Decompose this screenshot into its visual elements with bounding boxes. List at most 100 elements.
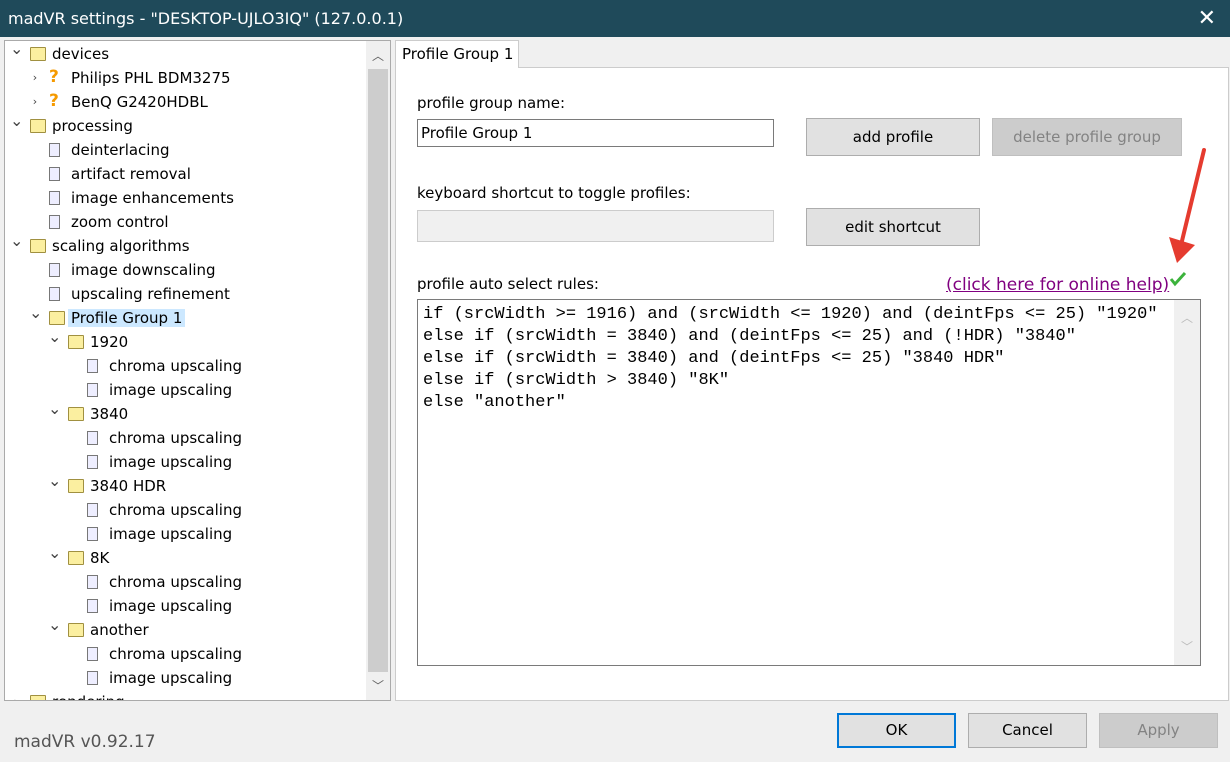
tree-scrollbar[interactable]: ︿ ﹀	[366, 41, 390, 700]
settings-tree[interactable]: ︿ ﹀ ⌄ devices ›? Philips PHL BDM3275 ›? BenQ …	[4, 40, 391, 701]
tree-item[interactable]: image upscaling	[5, 594, 235, 618]
tree-item-label: 3840	[90, 405, 129, 423]
tree-item[interactable]: chroma upscaling	[5, 498, 245, 522]
tree-item[interactable]: image upscaling	[5, 522, 235, 546]
folder-icon	[68, 623, 84, 637]
tree-item[interactable]: image upscaling	[5, 450, 235, 474]
tree-item[interactable]: chroma upscaling	[5, 642, 245, 666]
folder-icon	[30, 119, 46, 133]
ok-button[interactable]: OK	[837, 713, 956, 748]
tree-item-label: artifact removal	[71, 165, 191, 183]
page-icon	[87, 647, 98, 661]
rules-label: profile auto select rules:	[417, 275, 599, 293]
window-title: madVR settings - "DESKTOP-UJLO3IQ" (127.…	[8, 9, 404, 28]
tree-item[interactable]: chroma upscaling	[5, 354, 245, 378]
tree-item-label: BenQ G2420HDBL	[71, 93, 208, 111]
folder-open-icon	[49, 311, 65, 325]
tree-item[interactable]: chroma upscaling	[5, 426, 245, 450]
tree-item[interactable]: ⌄ 8K	[5, 543, 112, 570]
tree-item[interactable]: ⌄ Profile Group 1	[5, 303, 186, 330]
tree-item[interactable]: image upscaling	[5, 378, 235, 402]
tree-item[interactable]: artifact removal	[5, 162, 194, 186]
tree-item[interactable]: image enhancements	[5, 186, 237, 210]
page-icon	[49, 287, 60, 301]
scroll-up-icon[interactable]: ︿	[1174, 308, 1200, 330]
close-icon[interactable]: ✕	[1198, 0, 1216, 37]
tree-item-label: chroma upscaling	[109, 501, 242, 519]
tree-item-label: image enhancements	[71, 189, 234, 207]
tree-item-label: zoom control	[71, 213, 169, 231]
cancel-button[interactable]: Cancel	[968, 713, 1087, 748]
tree-item-label: image upscaling	[109, 381, 233, 399]
tree-item-label: chroma upscaling	[109, 429, 242, 447]
tree-item-label: Philips PHL BDM3275	[71, 69, 231, 87]
tree-item[interactable]: image downscaling	[5, 258, 219, 282]
tree-item[interactable]: ⌄ scaling algorithms	[5, 231, 193, 258]
delete-profile-group-button[interactable]: delete profile group	[992, 118, 1182, 156]
tree-item[interactable]: ⌄ another	[5, 615, 152, 642]
chevron-down-icon[interactable]: ⌄	[48, 469, 61, 493]
tree-item[interactable]: ⌄ devices	[5, 41, 112, 66]
tree-item-label: image upscaling	[109, 597, 233, 615]
chevron-down-icon[interactable]: ⌄	[48, 613, 61, 637]
chevron-down-icon[interactable]: ⌄	[10, 41, 23, 61]
chevron-down-icon[interactable]: ⌄	[48, 325, 61, 349]
chevron-down-icon[interactable]: ⌄	[10, 229, 23, 253]
page-icon	[49, 191, 60, 205]
tree-item[interactable]: zoom control	[5, 210, 172, 234]
folder-icon	[68, 551, 84, 565]
chevron-down-icon[interactable]: ⌄	[10, 109, 23, 133]
page-icon	[87, 431, 98, 445]
page-icon	[49, 143, 60, 157]
rules-textarea[interactable]: if (srcWidth >= 1916) and (srcWidth <= 1…	[417, 299, 1201, 666]
chevron-right-icon[interactable]: ›	[29, 90, 41, 114]
title-bar: madVR settings - "DESKTOP-UJLO3IQ" (127.…	[0, 0, 1230, 37]
page-icon	[87, 359, 98, 373]
add-profile-button[interactable]: add profile	[806, 118, 980, 156]
rules-text: if (srcWidth >= 1916) and (srcWidth <= 1…	[423, 305, 1158, 412]
tree-item[interactable]: ⌄ 3840 HDR	[5, 471, 169, 498]
shortcut-input[interactable]	[417, 210, 774, 242]
tree-item-label: scaling algorithms	[52, 237, 190, 255]
tree-item[interactable]: deinterlacing	[5, 138, 173, 162]
rules-scrollbar[interactable]: ︿ ﹀	[1174, 300, 1200, 665]
scroll-down-icon[interactable]: ﹀	[1174, 637, 1200, 659]
annotation-arrow-icon	[1169, 148, 1206, 287]
tree-item[interactable]: › rendering	[5, 690, 128, 700]
tree-item-label: chroma upscaling	[109, 357, 242, 375]
tree-item[interactable]: ›? Philips PHL BDM3275	[5, 66, 234, 90]
apply-button[interactable]: Apply	[1099, 713, 1218, 748]
tree-item-label: chroma upscaling	[109, 645, 242, 663]
scroll-up-icon[interactable]: ︿	[366, 47, 390, 64]
folder-icon	[68, 335, 84, 349]
tree-item[interactable]: ›? BenQ G2420HDBL	[5, 90, 211, 114]
chevron-right-icon[interactable]: ›	[29, 66, 41, 90]
page-icon	[87, 599, 98, 613]
shortcut-label: keyboard shortcut to toggle profiles:	[417, 184, 691, 202]
tree-item-label: image upscaling	[109, 525, 233, 543]
page-icon	[87, 671, 98, 685]
tree-item-label: 8K	[90, 549, 110, 567]
tree-item-label: image upscaling	[109, 669, 233, 687]
chevron-down-icon[interactable]: ⌄	[29, 301, 42, 325]
folder-icon	[68, 407, 84, 421]
page-icon	[87, 455, 98, 469]
edit-shortcut-button[interactable]: edit shortcut	[806, 208, 980, 246]
online-help-link[interactable]: (click here for online help)	[946, 275, 1169, 295]
chevron-down-icon[interactable]: ⌄	[48, 397, 61, 421]
tree-item[interactable]: chroma upscaling	[5, 570, 245, 594]
scroll-down-icon[interactable]: ﹀	[366, 677, 390, 694]
scrollbar-thumb[interactable]	[368, 69, 388, 672]
profile-group-name-label: profile group name:	[417, 94, 566, 112]
tree-item[interactable]: ⌄ processing	[5, 111, 136, 138]
folder-icon	[68, 479, 84, 493]
chevron-right-icon[interactable]: ›	[10, 690, 22, 700]
profile-group-name-input[interactable]: Profile Group 1	[417, 119, 774, 147]
tree-item[interactable]: image upscaling	[5, 666, 235, 690]
tree-item-label: Profile Group 1	[68, 309, 186, 327]
page-icon	[49, 167, 60, 181]
tree-item[interactable]: ⌄ 1920	[5, 327, 131, 354]
chevron-down-icon[interactable]: ⌄	[48, 541, 61, 565]
tab-profile-group-1[interactable]: Profile Group 1	[395, 40, 519, 68]
tree-item[interactable]: ⌄ 3840	[5, 399, 131, 426]
